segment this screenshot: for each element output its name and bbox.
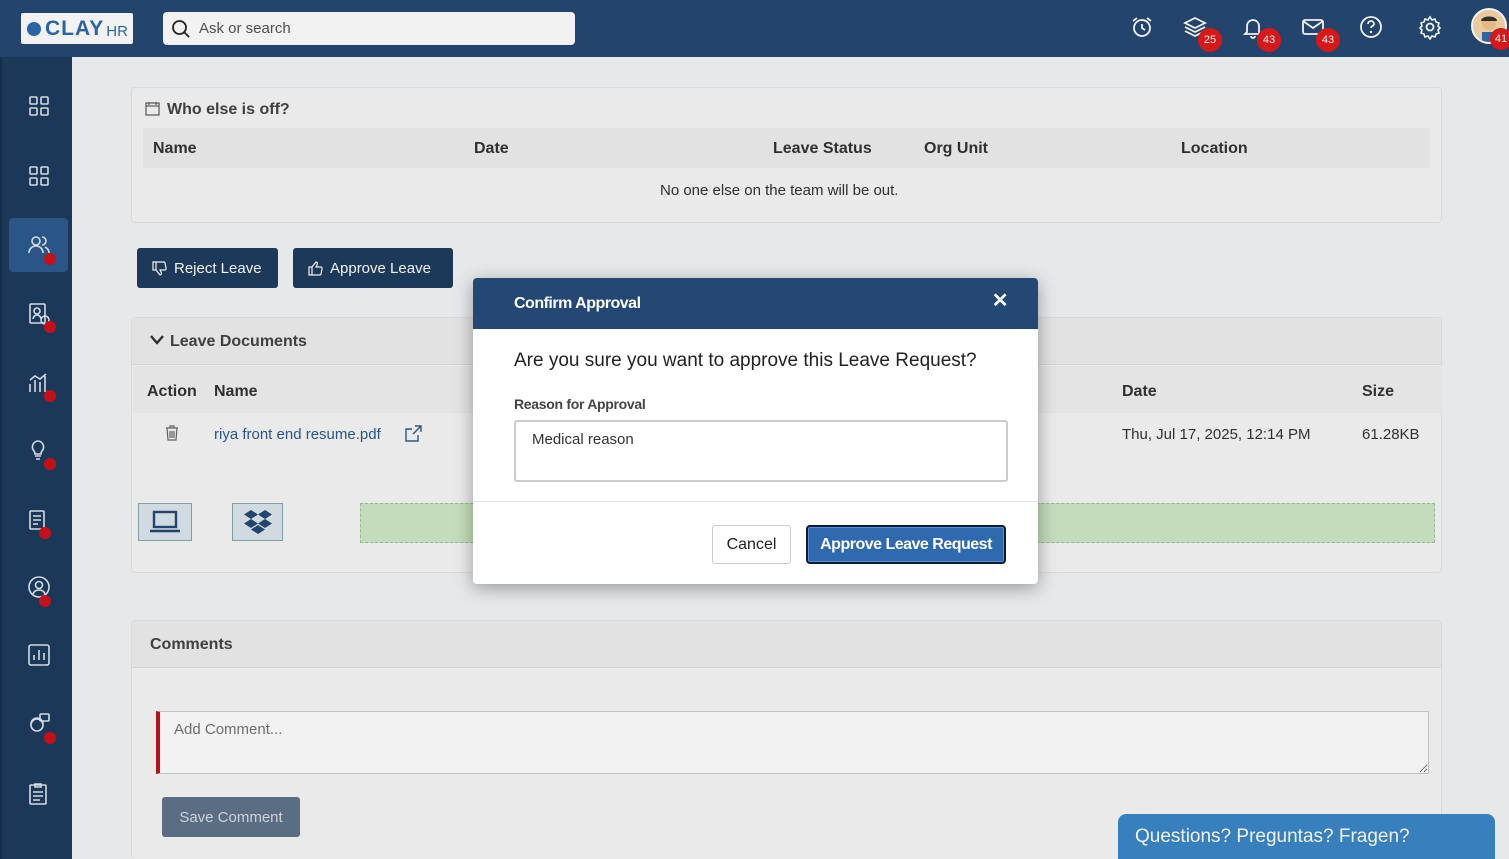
approve-leave-request-button[interactable]: Approve Leave Request — [806, 525, 1006, 564]
reason-textarea[interactable]: Medical reason — [514, 420, 1008, 482]
reason-label: Reason for Approval — [514, 396, 646, 412]
modal-title: Confirm Approval — [514, 294, 641, 312]
confirm-approval-modal: Confirm Approval ✕ Are you sure you want… — [473, 278, 1038, 584]
cancel-button[interactable]: Cancel — [712, 525, 791, 564]
confirm-question: Are you sure you want to approve this Le… — [514, 350, 977, 371]
close-icon[interactable]: ✕ — [992, 288, 1009, 313]
modal-header: Confirm Approval ✕ — [473, 278, 1038, 329]
modal-divider — [473, 501, 1038, 502]
